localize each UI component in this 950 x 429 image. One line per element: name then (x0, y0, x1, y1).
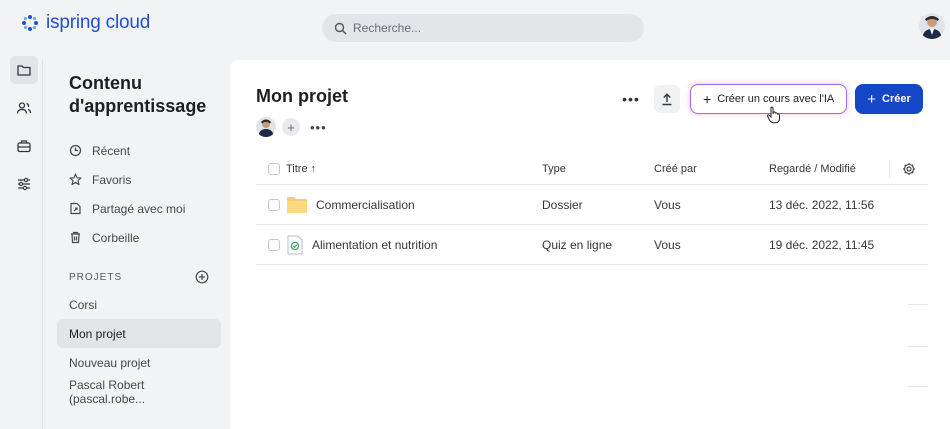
search-bar[interactable] (322, 14, 644, 42)
top-bar: ispring cloud (0, 0, 950, 52)
search-input[interactable] (353, 21, 613, 35)
content-table: Titre ↑ Type Créé par Regardé / Modifié … (256, 153, 928, 265)
upload-button[interactable] (654, 85, 680, 113)
nav-label: Favoris (92, 172, 132, 187)
row-author: Vous (654, 237, 681, 252)
members-more-button[interactable]: ••• (310, 120, 327, 135)
project-label: Corsi (69, 297, 98, 312)
clock-icon (69, 144, 82, 157)
row-checkbox-cell (256, 238, 286, 251)
add-project-icon[interactable] (195, 270, 209, 284)
add-member-button[interactable]: + (282, 118, 300, 136)
select-all-checkbox[interactable] (268, 162, 280, 175)
table-row[interactable]: Alimentation et nutrition Quiz en ligne … (256, 225, 928, 265)
gear-icon (902, 162, 915, 175)
project-item-nouveau-projet[interactable]: Nouveau projet (57, 348, 221, 377)
project-item-pascal-robert[interactable]: Pascal Robert (pascal.robe... (57, 377, 221, 406)
nav-label: Corbeille (92, 230, 140, 245)
nav-item-recent[interactable]: Récent (69, 136, 185, 165)
trash-icon (71, 231, 80, 244)
column-title[interactable]: Titre ↑ (286, 163, 542, 175)
project-item-mon-projet[interactable]: Mon projet (57, 319, 221, 348)
nav-item-favorites[interactable]: Favoris (69, 165, 185, 194)
column-type[interactable]: Type (542, 163, 654, 175)
rail-users-button[interactable] (10, 94, 38, 122)
users-icon (16, 102, 32, 114)
row-checkbox-cell (256, 198, 286, 211)
row-date: 13 déc. 2022, 11:56 (769, 197, 875, 212)
header-checkbox-cell (256, 162, 286, 175)
plus-icon: + (703, 91, 712, 107)
more-options-button[interactable]: ••• (618, 86, 644, 112)
folder-icon (287, 196, 307, 213)
content-sidebar: Contenu d'apprentissage Récent Favoris P… (42, 60, 228, 429)
divider (908, 386, 928, 387)
project-members: + ••• (256, 117, 327, 137)
ai-button-label: Créer un cours avec l'IA (717, 93, 835, 105)
table-header: Titre ↑ Type Créé par Regardé / Modifié (256, 153, 928, 185)
avatar-person-icon (922, 16, 942, 39)
divider (908, 304, 928, 305)
projects-header: PROJETS (69, 270, 209, 284)
row-checkbox[interactable] (268, 198, 280, 211)
row-title-cell: Alimentation et nutrition (286, 235, 542, 255)
folder-icon (17, 65, 31, 76)
row-title[interactable]: Commercialisation (316, 198, 415, 212)
project-list: Corsi Mon projet Nouveau projet Pascal R… (57, 290, 221, 406)
briefcase-icon (17, 140, 31, 153)
column-settings-button[interactable] (889, 159, 927, 178)
row-type: Quiz en ligne (542, 237, 613, 252)
sliders-icon (18, 177, 30, 191)
shared-icon (70, 202, 81, 215)
nav-item-shared[interactable]: Partagé avec moi (69, 194, 185, 223)
project-label: Nouveau projet (69, 355, 151, 370)
column-author[interactable]: Créé par (654, 163, 769, 175)
row-date: 19 déc. 2022, 11:45 (769, 237, 875, 252)
icon-rail (6, 56, 42, 426)
page-title: Mon projet (256, 86, 348, 106)
project-label: Pascal Robert (pascal.robe... (69, 377, 146, 406)
upload-icon (662, 92, 672, 105)
row-type: Dossier (542, 197, 583, 212)
star-icon (69, 173, 82, 186)
create-button[interactable]: + Créer (855, 84, 923, 114)
nav-item-trash[interactable]: Corbeille (69, 223, 185, 252)
divider (908, 346, 928, 347)
rail-content-button[interactable] (10, 56, 38, 84)
sidebar-title: Contenu d'apprentissage (69, 72, 219, 118)
rail-briefcase-button[interactable] (10, 132, 38, 160)
nav-list: Récent Favoris Partagé avec moi Corbeill… (69, 136, 185, 252)
main-content: Mon projet + ••• ••• + Créer un cours av… (230, 60, 950, 429)
rail-settings-button[interactable] (10, 170, 38, 198)
plus-icon: + (867, 90, 876, 108)
brand-name: ispring cloud (46, 12, 151, 33)
row-title[interactable]: Alimentation et nutrition (312, 238, 437, 252)
table-row[interactable]: Commercialisation Dossier Vous 13 déc. 2… (256, 185, 928, 225)
row-title-cell: Commercialisation (286, 196, 542, 214)
ispring-logo-icon (22, 15, 38, 31)
search-icon (334, 22, 347, 34)
user-avatar[interactable] (919, 13, 945, 39)
column-date[interactable]: Regardé / Modifié (769, 163, 889, 175)
hand-cursor-icon (766, 106, 780, 124)
projects-label: PROJETS (69, 271, 123, 283)
project-item-corsi[interactable]: Corsi (57, 290, 221, 319)
plus-icon: + (287, 119, 295, 135)
logo[interactable]: ispring cloud (20, 12, 150, 34)
quiz-icon (287, 235, 303, 254)
nav-label: Récent (92, 143, 131, 158)
avatar-person-icon (258, 119, 274, 137)
nav-label: Partagé avec moi (92, 201, 186, 216)
row-author: Vous (654, 197, 681, 212)
member-avatar[interactable] (256, 117, 276, 137)
create-button-label: Créer (882, 93, 911, 105)
project-label: Mon projet (69, 326, 126, 341)
row-checkbox[interactable] (268, 238, 280, 251)
sidebar-title-text: Contenu d'apprentissage (69, 73, 207, 116)
